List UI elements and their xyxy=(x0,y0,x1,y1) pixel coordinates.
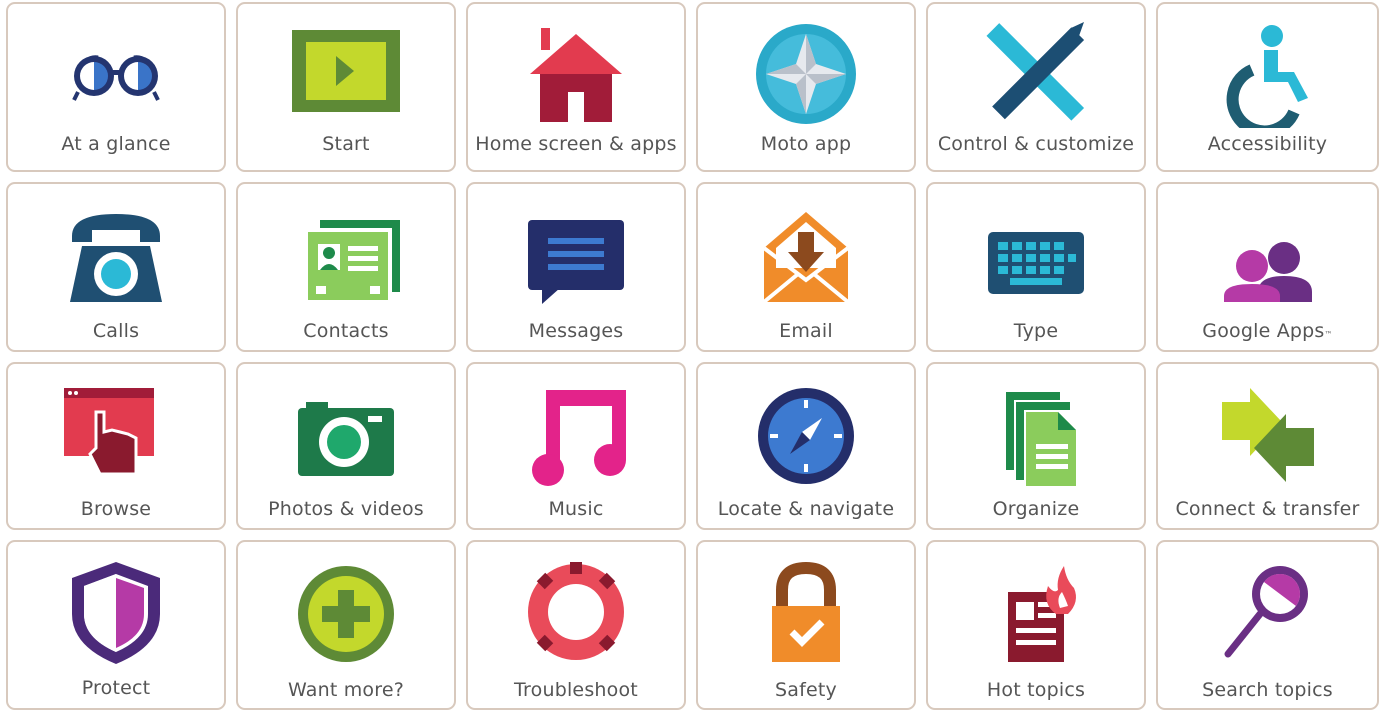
lifebuoy-icon xyxy=(516,556,636,666)
play-screen-icon xyxy=(286,18,406,128)
tile-label: Safety xyxy=(775,679,837,701)
tile-hot-topics[interactable]: Hot topics xyxy=(926,540,1146,710)
topics-grid: At a glance Start Home screen & apps Mot… xyxy=(0,0,1385,710)
tile-label: Messages xyxy=(528,320,624,342)
tile-organize[interactable]: Organize xyxy=(926,362,1146,530)
magnifier-icon xyxy=(1208,556,1328,666)
tile-photos-videos[interactable]: Photos & videos xyxy=(236,362,456,530)
tile-label: Hot topics xyxy=(986,679,1086,701)
tile-label: Music xyxy=(548,498,604,520)
padlock-icon xyxy=(746,556,866,666)
tile-label: Organize xyxy=(992,498,1080,520)
message-bubble-icon xyxy=(516,198,636,308)
contact-card-icon xyxy=(286,198,406,308)
tile-calls[interactable]: Calls xyxy=(6,182,226,352)
tile-label: Control & customize xyxy=(937,133,1135,155)
compass-icon xyxy=(746,378,866,488)
tile-label: Connect & transfer xyxy=(1175,498,1360,520)
plus-circle-icon xyxy=(286,556,406,666)
tile-moto-app[interactable]: Moto app xyxy=(696,2,916,172)
tile-safety[interactable]: Safety xyxy=(696,540,916,710)
tile-label: Google Apps™ xyxy=(1202,320,1333,342)
tile-label: Type xyxy=(1013,320,1059,342)
tile-label: Contacts xyxy=(303,320,389,342)
house-icon xyxy=(516,18,636,128)
camera-icon xyxy=(286,378,406,488)
tile-label: Home screen & apps xyxy=(475,133,677,155)
tile-want-more[interactable]: Want more? xyxy=(236,540,456,710)
tile-contacts[interactable]: Contacts xyxy=(236,182,456,352)
keyboard-icon xyxy=(976,198,1096,308)
tile-search-topics[interactable]: Search topics xyxy=(1156,540,1379,710)
tile-protect[interactable]: Protect xyxy=(6,540,226,710)
moto-star-icon xyxy=(746,18,866,128)
tile-label: Locate & navigate xyxy=(717,498,895,520)
tile-locate-navigate[interactable]: Locate & navigate xyxy=(696,362,916,530)
tile-email[interactable]: Email xyxy=(696,182,916,352)
tile-type[interactable]: Type xyxy=(926,182,1146,352)
shield-icon xyxy=(56,556,176,666)
tile-label: Moto app xyxy=(760,133,852,155)
tile-label: Photos & videos xyxy=(268,498,424,520)
glasses-icon xyxy=(56,18,176,128)
tile-troubleshoot[interactable]: Troubleshoot xyxy=(466,540,686,710)
tile-label: Protect xyxy=(81,677,151,699)
hot-news-icon xyxy=(976,556,1096,666)
tile-at-a-glance[interactable]: At a glance xyxy=(6,2,226,172)
wheelchair-icon xyxy=(1208,18,1328,128)
tile-home-screen[interactable]: Home screen & apps xyxy=(466,2,686,172)
transfer-arrows-icon xyxy=(1208,378,1328,488)
music-note-icon xyxy=(516,378,636,488)
tile-label: Search topics xyxy=(1202,679,1333,701)
tile-browse[interactable]: Browse xyxy=(6,362,226,530)
tile-label: At a glance xyxy=(61,133,171,155)
tile-messages[interactable]: Messages xyxy=(466,182,686,352)
tile-start[interactable]: Start xyxy=(236,2,456,172)
browser-hand-icon xyxy=(56,378,176,488)
tile-connect-transfer[interactable]: Connect & transfer xyxy=(1156,362,1379,530)
people-icon xyxy=(1208,198,1328,308)
tile-label: Browse xyxy=(80,498,152,520)
documents-icon xyxy=(976,378,1096,488)
tile-accessibility[interactable]: Accessibility xyxy=(1156,2,1379,172)
tile-control-customize[interactable]: Control & customize xyxy=(926,2,1146,172)
tile-label: Want more? xyxy=(287,679,405,701)
tile-label: Start xyxy=(322,133,370,155)
tile-label: Accessibility xyxy=(1207,133,1328,155)
tile-label: Email xyxy=(779,320,833,342)
envelope-icon xyxy=(746,198,866,308)
tile-music[interactable]: Music xyxy=(466,362,686,530)
tile-label: Troubleshoot xyxy=(514,679,638,701)
tile-label: Calls xyxy=(92,320,140,342)
tile-google-apps[interactable]: Google Apps™ xyxy=(1156,182,1379,352)
ruler-pencil-icon xyxy=(976,18,1096,128)
phone-icon xyxy=(56,198,176,308)
